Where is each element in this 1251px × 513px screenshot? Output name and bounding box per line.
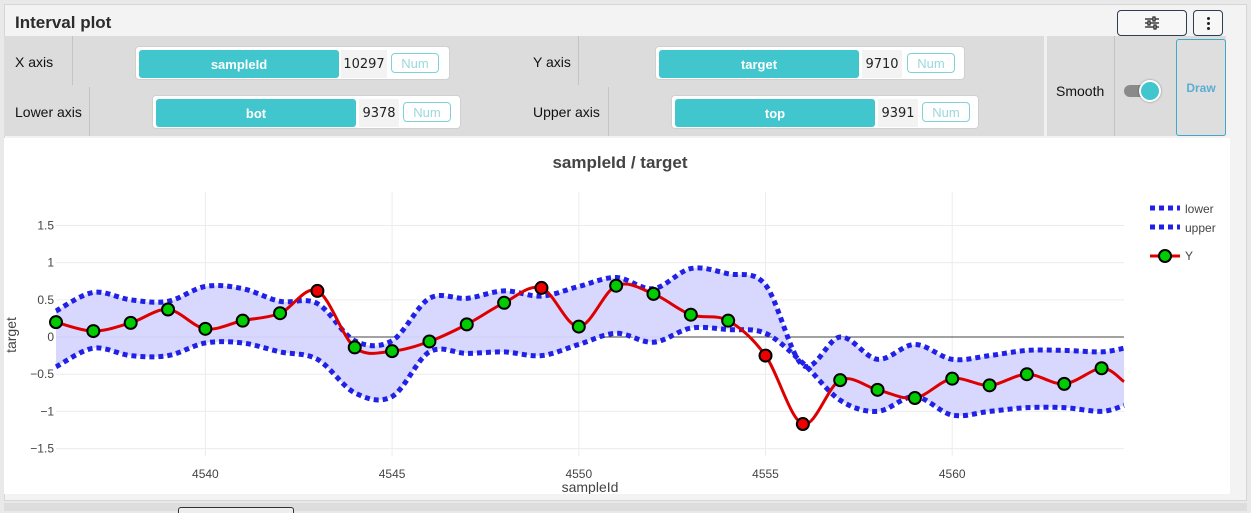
upper-axis-label: Upper axis bbox=[533, 104, 600, 120]
draw-button[interactable]: Draw bbox=[1176, 39, 1226, 136]
lower-axis-selector: bot 9378 Num bbox=[152, 95, 461, 129]
y-tick-label: 1.5 bbox=[37, 218, 54, 232]
x-axis-label: X axis bbox=[15, 54, 54, 70]
sliders-icon bbox=[1145, 16, 1159, 30]
bottom-tab[interactable] bbox=[178, 507, 294, 513]
y-point bbox=[907, 390, 922, 405]
x-axis-title: sampleId bbox=[562, 479, 619, 494]
upper-axis-field[interactable]: top bbox=[675, 99, 875, 127]
y-tick-label: −0.5 bbox=[30, 367, 54, 381]
y-axis-selector: target 9710 Num bbox=[655, 46, 965, 80]
y-point bbox=[1057, 376, 1072, 391]
y-axis-title: target bbox=[4, 317, 19, 353]
y-point bbox=[982, 378, 997, 393]
lower-axis-field[interactable]: bot bbox=[156, 99, 356, 127]
y-point bbox=[385, 344, 400, 359]
more-options-button[interactable] bbox=[1193, 10, 1223, 36]
upper-axis-num-button[interactable]: Num bbox=[922, 102, 970, 122]
y-point bbox=[459, 317, 474, 332]
y-point bbox=[161, 302, 176, 317]
upper-axis-count: 9391 bbox=[878, 99, 918, 127]
y-point bbox=[795, 417, 810, 432]
legend-y-label: Y bbox=[1185, 249, 1193, 263]
y-point bbox=[123, 315, 138, 330]
x-axis-num-button[interactable]: Num bbox=[391, 53, 439, 73]
y-axis-label: Y axis bbox=[533, 54, 571, 70]
y-point bbox=[86, 324, 101, 339]
chart-title: sampleId / target bbox=[552, 153, 687, 172]
y-point bbox=[310, 283, 325, 298]
y-point bbox=[235, 313, 250, 328]
interval-band bbox=[56, 267, 1124, 416]
legend-upper-label: upper bbox=[1185, 221, 1216, 235]
y-point bbox=[198, 321, 213, 336]
y-tick-label: 0.5 bbox=[37, 293, 54, 307]
y-point bbox=[273, 306, 288, 321]
x-axis-selector: sampleId 10297 Num bbox=[135, 46, 450, 80]
y-point bbox=[49, 315, 63, 330]
y-point bbox=[683, 307, 698, 322]
y-axis-field[interactable]: target bbox=[659, 50, 859, 78]
lower-axis-num-button[interactable]: Num bbox=[403, 102, 451, 122]
settings-button[interactable] bbox=[1117, 10, 1187, 36]
x-tick-label: 4540 bbox=[192, 467, 219, 481]
axis-controls: X axis sampleId 10297 Num Y axis target … bbox=[4, 36, 1226, 136]
y-axis-num-button[interactable]: Num bbox=[907, 53, 955, 73]
legend-y-swatch-marker bbox=[1158, 249, 1172, 263]
x-tick-label: 4560 bbox=[939, 467, 966, 481]
upper-axis-selector: top 9391 Num bbox=[671, 95, 979, 129]
chart-area: sampleId / target 4540 4545 4550 4555 4560 −1… bbox=[3, 138, 1231, 495]
smooth-label: Smooth bbox=[1056, 83, 1105, 99]
y-tick-label: −1.5 bbox=[30, 442, 54, 456]
y-tick-label: −1 bbox=[40, 404, 54, 418]
y-tick-label: 1 bbox=[47, 256, 54, 270]
y-point bbox=[422, 334, 437, 349]
smooth-toggle-knob[interactable] bbox=[1139, 80, 1161, 102]
y-point bbox=[497, 295, 512, 310]
y-point bbox=[571, 319, 586, 334]
y-point bbox=[609, 278, 624, 293]
x-axis-field[interactable]: sampleId bbox=[139, 50, 339, 78]
lower-axis-label: Lower axis bbox=[15, 104, 82, 120]
y-point bbox=[870, 382, 885, 397]
y-tick-label: 0 bbox=[47, 330, 54, 344]
x-tick-label: 4545 bbox=[379, 467, 406, 481]
interval-chart: sampleId / target 4540 4545 4550 4555 4560−1… bbox=[3, 153, 1231, 495]
y-point bbox=[833, 373, 848, 388]
y-point bbox=[758, 348, 773, 363]
panel-title: Interval plot bbox=[15, 13, 112, 32]
smooth-control: Smooth bbox=[1044, 36, 1170, 136]
x-axis-count: 10297 bbox=[341, 50, 387, 78]
y-point bbox=[945, 371, 960, 386]
x-tick-label: 4555 bbox=[752, 467, 779, 481]
y-point bbox=[1094, 361, 1109, 376]
y-point bbox=[646, 286, 661, 301]
y-point bbox=[1019, 367, 1034, 382]
y-point bbox=[347, 340, 362, 355]
lower-axis-count: 9378 bbox=[359, 99, 399, 127]
legend-lower-label: lower bbox=[1185, 202, 1214, 216]
vertical-dots-icon bbox=[1206, 16, 1210, 31]
y-point bbox=[534, 280, 549, 295]
y-axis-count: 9710 bbox=[862, 50, 902, 78]
y-point bbox=[721, 313, 736, 328]
